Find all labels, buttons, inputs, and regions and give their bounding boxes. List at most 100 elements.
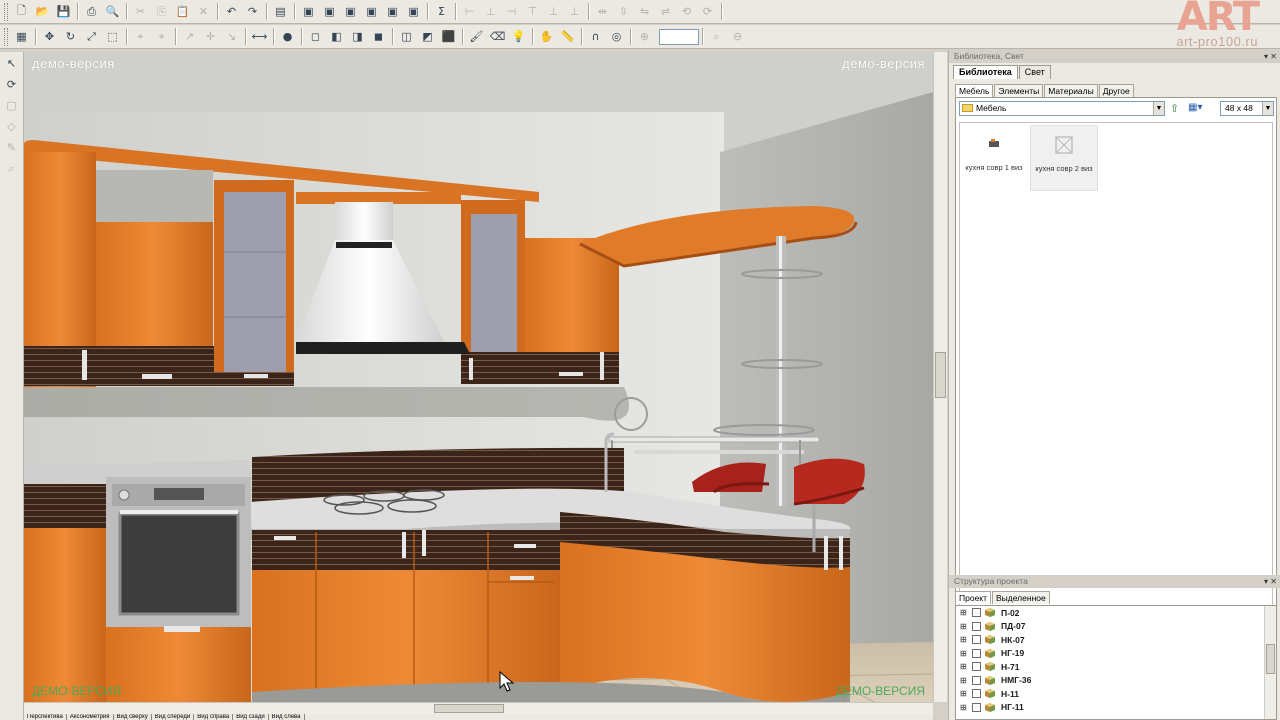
subtab-materials[interactable]: Материалы xyxy=(1044,84,1098,97)
properties-icon[interactable]: ▤ xyxy=(271,2,290,21)
align-center-icon[interactable]: ⊥ xyxy=(481,2,500,21)
tree-row[interactable]: ⊞ НК-07 xyxy=(956,633,1276,647)
mirror-icon[interactable]: ⇋ xyxy=(635,2,654,21)
open-folder-icon[interactable]: 📂 xyxy=(33,2,52,21)
undo-icon[interactable]: ↶ xyxy=(222,2,241,21)
horizontal-scroll-thumb[interactable] xyxy=(434,704,504,713)
zoom-out-icon[interactable]: ⊖ xyxy=(728,27,747,46)
expand-icon[interactable]: ⊞ xyxy=(960,662,969,671)
paint-icon[interactable]: 🖌 xyxy=(467,27,486,46)
select-icon[interactable]: ⬚ xyxy=(103,27,122,46)
expand-icon[interactable]: ⊞ xyxy=(960,608,969,617)
vertical-scroll-thumb[interactable] xyxy=(935,352,946,398)
print-icon[interactable]: ⎙ xyxy=(82,2,101,21)
expand-icon[interactable]: ⊞ xyxy=(960,689,969,698)
expand-icon[interactable]: ⊞ xyxy=(960,703,969,712)
window5-icon[interactable]: ▣ xyxy=(383,2,402,21)
snap-icon[interactable]: ⌖ xyxy=(131,27,150,46)
panel-pin-close-icons[interactable]: ▾ ✕ xyxy=(1264,50,1277,63)
tab-library[interactable]: Библиотека xyxy=(953,65,1018,79)
window2-icon[interactable]: ▣ xyxy=(320,2,339,21)
viewport-vertical-scrollbar[interactable] xyxy=(933,52,947,702)
save-icon[interactable]: 💾 xyxy=(54,2,73,21)
pointer-tool-icon[interactable]: ↖ xyxy=(2,54,21,73)
visibility-checkbox[interactable] xyxy=(972,608,981,618)
view-tab[interactable]: Вид спереди xyxy=(152,714,195,720)
toolbar-grip[interactable] xyxy=(4,27,8,46)
tree-row[interactable]: ⊞ НГ-11 xyxy=(956,701,1276,715)
view-top-icon[interactable]: ◼ xyxy=(369,27,388,46)
window3-icon[interactable]: ▣ xyxy=(341,2,360,21)
expand-icon[interactable]: ⊞ xyxy=(960,635,969,644)
tree-row[interactable]: ⊞ Н-11 xyxy=(956,687,1276,701)
scale-icon[interactable]: ⤢ xyxy=(82,27,101,46)
move-icon[interactable]: ✥ xyxy=(40,27,59,46)
visibility-checkbox[interactable] xyxy=(972,702,981,712)
view-back-icon[interactable]: ◨ xyxy=(348,27,367,46)
view-tab[interactable]: Вид справа xyxy=(194,714,234,720)
arrow3-icon[interactable]: ↘ xyxy=(222,27,241,46)
toolbar-grip[interactable] xyxy=(4,2,8,21)
snap2-icon[interactable]: ⌖ xyxy=(152,27,171,46)
mirror2-icon[interactable]: ⇌ xyxy=(656,2,675,21)
tab-project[interactable]: Проект xyxy=(955,591,991,604)
panel-pin-close-icons[interactable]: ▾ ✕ xyxy=(1264,575,1277,588)
3d-viewport[interactable]: демо-версия демо-версия ДЕМО-ВЕРСИЯ ДЕМО… xyxy=(24,52,933,702)
expand-icon[interactable]: ⊞ xyxy=(960,622,969,631)
align-top-icon[interactable]: ⊤ xyxy=(523,2,542,21)
copy-icon[interactable]: ⎘ xyxy=(152,2,171,21)
stop-icon[interactable]: ● xyxy=(278,27,297,46)
subtab-furniture[interactable]: Мебель xyxy=(955,84,994,97)
arrow-icon[interactable]: ↗ xyxy=(180,27,199,46)
library-item[interactable]: кухня совр 2 виз xyxy=(1030,125,1098,191)
visibility-checkbox[interactable] xyxy=(972,662,981,672)
view-tab[interactable]: Вид слева xyxy=(269,714,305,720)
view-left-icon[interactable]: ◧ xyxy=(327,27,346,46)
tab-selected[interactable]: Выделенное xyxy=(992,591,1050,604)
view-tab[interactable]: Вид сверху xyxy=(114,714,152,720)
zoom-in-icon[interactable]: ⊕ xyxy=(635,27,654,46)
thumb-size-select[interactable]: 48 x 48 ▼ xyxy=(1220,101,1274,116)
view-mode-icon[interactable]: ▦▾ xyxy=(1188,102,1202,113)
paste-icon[interactable]: 📋 xyxy=(173,2,192,21)
sum-icon[interactable]: Σ xyxy=(432,2,451,21)
align-bottom-icon[interactable]: ⊥ xyxy=(565,2,584,21)
new-file-icon[interactable]: 🗋 xyxy=(12,2,31,21)
view-front-icon[interactable]: ◻ xyxy=(306,27,325,46)
print-preview-icon[interactable]: 🔍 xyxy=(103,2,122,21)
magnet-icon[interactable]: ∩ xyxy=(586,27,605,46)
zoom-level-select[interactable] xyxy=(659,28,699,45)
subtab-other[interactable]: Другое xyxy=(1098,84,1134,97)
grid-icon[interactable]: ▦ xyxy=(12,27,31,46)
visibility-checkbox[interactable] xyxy=(972,689,981,699)
redo-icon[interactable]: ↷ xyxy=(243,2,262,21)
tree-row[interactable]: ⊞ П-02 xyxy=(956,606,1276,620)
visibility-checkbox[interactable] xyxy=(972,635,981,645)
tree-row[interactable]: ⊞ ПД-07 xyxy=(956,620,1276,634)
zoom-tool-icon[interactable]: ⌕ xyxy=(2,159,21,178)
tree-scroll-thumb[interactable] xyxy=(1266,644,1275,674)
align-left-icon[interactable]: ⊢ xyxy=(460,2,479,21)
arrow2-icon[interactable]: ✛ xyxy=(201,27,220,46)
view-perspective-icon[interactable]: ◫ xyxy=(397,27,416,46)
window6-icon[interactable]: ▣ xyxy=(404,2,423,21)
view-tab[interactable]: Аксонометрия xyxy=(67,714,114,720)
view-cube-icon[interactable]: ⬛ xyxy=(439,27,458,46)
view-axon-icon[interactable]: ◩ xyxy=(418,27,437,46)
view-tab[interactable]: Перспектива xyxy=(24,714,67,720)
rotate-tool-icon[interactable]: ⟳ xyxy=(2,75,21,94)
edit-tool-icon[interactable]: ✎ xyxy=(2,138,21,157)
light-icon[interactable]: 💡 xyxy=(509,27,528,46)
tab-light[interactable]: Свет xyxy=(1018,65,1051,79)
eraser-icon[interactable]: ⌫ xyxy=(488,27,507,46)
shape-tool-icon[interactable]: ◇ xyxy=(2,117,21,136)
tree-row[interactable]: ⊞ Н-71 xyxy=(956,660,1276,674)
rotate3d-icon[interactable]: ↻ xyxy=(61,27,80,46)
folder-select[interactable]: Мебель ▼ xyxy=(959,101,1165,116)
rotate2-icon[interactable]: ⟳ xyxy=(698,2,717,21)
measure-icon[interactable]: ⟷ xyxy=(250,27,269,46)
window-icon[interactable]: ▣ xyxy=(299,2,318,21)
tree-row[interactable]: ⊞ НГ-19 xyxy=(956,647,1276,661)
box-tool-icon[interactable]: ▢ xyxy=(2,96,21,115)
distribute-h-icon[interactable]: ⇹ xyxy=(593,2,612,21)
